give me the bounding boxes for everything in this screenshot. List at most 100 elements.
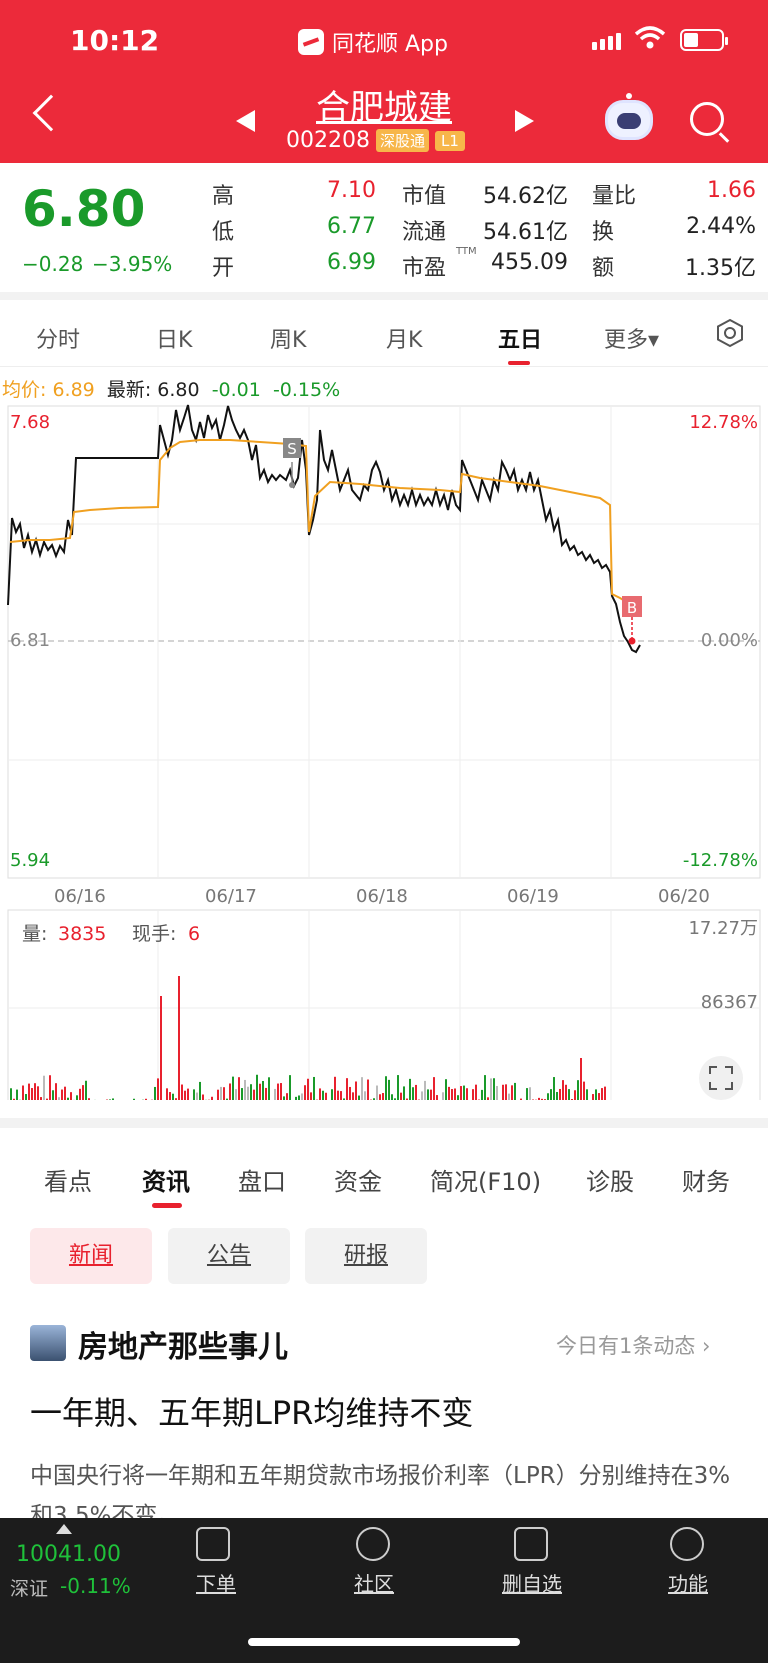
volume-bar bbox=[175, 1098, 177, 1100]
volume-bar bbox=[460, 1086, 462, 1100]
volume-bar bbox=[538, 1097, 540, 1100]
tab-capital[interactable]: 资金 bbox=[334, 1162, 382, 1197]
volume-bar bbox=[580, 1058, 582, 1100]
tab-highlights[interactable]: 看点 bbox=[44, 1162, 92, 1197]
volume-bar bbox=[598, 1093, 600, 1100]
volume-bar bbox=[349, 1086, 351, 1100]
volume-bar bbox=[466, 1088, 468, 1100]
volume-bar bbox=[601, 1088, 603, 1100]
price-line bbox=[7, 404, 641, 654]
volume-bar bbox=[52, 1090, 54, 1100]
pill-research[interactable]: 研报 bbox=[305, 1228, 427, 1284]
volume-bar bbox=[505, 1084, 507, 1100]
average-price-line bbox=[9, 439, 641, 611]
function-icon[interactable] bbox=[670, 1527, 704, 1561]
float-value: 54.61亿 bbox=[483, 220, 568, 245]
tab-profile-f10[interactable]: 简况(F10) bbox=[430, 1162, 541, 1197]
pill-announcements[interactable]: 公告 bbox=[168, 1228, 290, 1284]
nav-function[interactable]: 功能 bbox=[668, 1568, 708, 1597]
volume-bar bbox=[10, 1088, 12, 1100]
high-label: 高 bbox=[212, 184, 235, 209]
volume-bar bbox=[565, 1084, 567, 1100]
settings-hex-icon[interactable] bbox=[715, 318, 745, 348]
volume-bar bbox=[358, 1095, 360, 1100]
volume-bar bbox=[31, 1088, 33, 1100]
volume-bar bbox=[43, 1075, 45, 1100]
volume-bar bbox=[85, 1080, 87, 1100]
search-icon[interactable] bbox=[690, 102, 724, 136]
volume-bar bbox=[46, 1098, 48, 1100]
volume-bar bbox=[307, 1078, 309, 1100]
remove-watchlist-icon[interactable] bbox=[514, 1527, 548, 1561]
robot-assistant-icon[interactable] bbox=[605, 93, 653, 140]
tab-finance[interactable]: 财务 bbox=[682, 1162, 730, 1197]
price-axis-ref: 6.81 bbox=[10, 630, 50, 651]
current-price: 6.80 bbox=[22, 180, 146, 238]
volume-bar bbox=[256, 1074, 258, 1100]
volume-bar bbox=[355, 1081, 357, 1100]
news-headline[interactable]: 一年期、五年期LPR均维持不变 bbox=[30, 1388, 473, 1434]
volume-bar bbox=[166, 1088, 168, 1100]
index-value[interactable]: 10041.00 bbox=[16, 1542, 121, 1567]
volume-bar bbox=[193, 1089, 195, 1100]
volume-bar bbox=[232, 1076, 234, 1100]
order-icon[interactable] bbox=[196, 1527, 230, 1561]
volume-axis-mid: 86367 bbox=[701, 992, 758, 1013]
next-stock-icon[interactable] bbox=[515, 110, 534, 132]
tab-news[interactable]: 资讯 bbox=[142, 1162, 190, 1197]
volume-bar bbox=[13, 1098, 15, 1100]
volume-bar bbox=[247, 1086, 249, 1100]
nav-order[interactable]: 下单 bbox=[196, 1568, 236, 1597]
tab-more[interactable]: 更多▾ bbox=[604, 322, 659, 354]
tab-monthly-k[interactable]: 月K bbox=[386, 322, 422, 354]
tab-diagnosis[interactable]: 诊股 bbox=[586, 1162, 634, 1197]
volume-bar bbox=[79, 1088, 81, 1100]
pill-news[interactable]: 新闻 bbox=[30, 1228, 152, 1284]
community-icon[interactable] bbox=[356, 1527, 390, 1561]
news-source-avatar bbox=[30, 1325, 66, 1361]
mcap-value: 54.62亿 bbox=[483, 184, 568, 209]
divider bbox=[0, 292, 768, 300]
home-indicator bbox=[248, 1638, 520, 1646]
fullscreen-icon[interactable] bbox=[699, 1056, 743, 1100]
news-source-meta[interactable]: 今日有1条动态 › bbox=[556, 1330, 710, 1360]
status-app-text: 同花顺 App bbox=[332, 32, 448, 57]
index-change: -0.11% bbox=[60, 1574, 131, 1598]
volume-bar bbox=[160, 996, 162, 1100]
volume-bar bbox=[28, 1083, 30, 1100]
pe-label: 市盈 bbox=[402, 256, 447, 281]
volume-bar bbox=[559, 1088, 561, 1100]
chart-legend: 均价: 6.89 最新: 6.80 -0.01 -0.15% bbox=[2, 375, 340, 402]
volume-bar bbox=[37, 1086, 39, 1100]
low-value: 6.77 bbox=[327, 214, 376, 239]
volume-bar bbox=[55, 1083, 57, 1100]
volume-bar bbox=[502, 1084, 504, 1100]
volume-bar bbox=[334, 1076, 336, 1100]
volume-bar bbox=[187, 1088, 189, 1100]
volume-bar bbox=[331, 1089, 333, 1100]
nav-remove-watchlist[interactable]: 删自选 bbox=[502, 1568, 562, 1597]
tab-active-indicator bbox=[508, 361, 530, 365]
tab-weekly-k[interactable]: 周K bbox=[270, 322, 306, 354]
volume-bar bbox=[397, 1075, 399, 1100]
sell-marker-label: S bbox=[287, 440, 297, 458]
avg-price-legend: 均价: 6.89 bbox=[2, 379, 95, 401]
nav-community[interactable]: 社区 bbox=[354, 1568, 394, 1597]
date-label: 06/20 bbox=[658, 886, 710, 907]
index-expand-icon[interactable] bbox=[56, 1524, 72, 1534]
tab-intraday[interactable]: 分时 bbox=[36, 322, 80, 354]
signal-icon bbox=[592, 30, 621, 50]
volume-bar bbox=[475, 1084, 477, 1100]
tab-orderbook[interactable]: 盘口 bbox=[238, 1162, 286, 1197]
low-label: 低 bbox=[212, 220, 235, 245]
tab-daily-k[interactable]: 日K bbox=[156, 322, 192, 354]
volume-axis-max: 17.27万 bbox=[688, 918, 758, 939]
news-source-name[interactable]: 房地产那些事儿 bbox=[78, 1322, 288, 1366]
tab-five-day[interactable]: 五日 bbox=[498, 322, 542, 354]
volume-bar bbox=[16, 1089, 18, 1100]
volume-bar bbox=[76, 1095, 78, 1100]
volume-bar bbox=[433, 1077, 435, 1100]
volume-bar bbox=[421, 1091, 423, 1100]
volume-bar bbox=[325, 1092, 327, 1100]
five-day-price-chart[interactable]: S B 7.68 6.81 5.94 12.78% 0.00% -12.78% … bbox=[0, 400, 768, 1100]
